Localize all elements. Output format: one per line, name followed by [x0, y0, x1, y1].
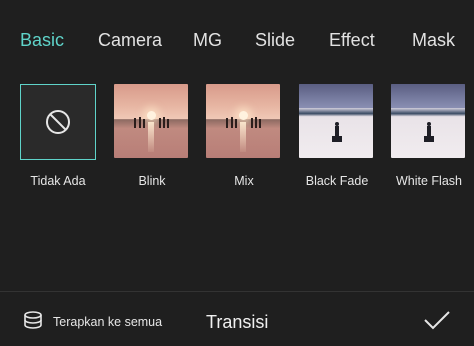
transition-thumb-white-flash[interactable]	[391, 84, 465, 158]
transition-thumb-mix[interactable]	[206, 84, 280, 158]
transition-thumb-none[interactable]	[20, 84, 96, 160]
silhouette-figures	[226, 117, 261, 128]
transition-thumb-black-fade[interactable]	[299, 84, 373, 158]
bottom-bar: Terapkan ke semua Transisi	[0, 292, 474, 346]
tab-slide[interactable]: Slide	[255, 30, 295, 51]
person-silhouette	[424, 122, 434, 142]
person-silhouette	[332, 122, 342, 142]
tab-mg[interactable]: MG	[193, 30, 222, 51]
transition-item-white-flash[interactable]: White Flash	[391, 84, 467, 188]
transition-label: White Flash	[396, 174, 462, 188]
apply-all-button[interactable]: Terapkan ke semua	[53, 315, 162, 329]
transition-item-mix[interactable]: Mix	[206, 84, 282, 188]
tab-mask[interactable]: Mask	[412, 30, 455, 51]
transition-thumb-blink[interactable]	[114, 84, 188, 158]
transition-item-blink[interactable]: Blink	[114, 84, 190, 188]
category-tabs: Basic Camera MG Slide Effect Mask	[0, 0, 474, 82]
transition-list: Tidak Ada Blink Mix Black Fade White Fla…	[0, 84, 474, 194]
check-icon[interactable]	[423, 310, 451, 330]
tab-camera[interactable]: Camera	[98, 30, 162, 51]
panel-title: Transisi	[206, 312, 269, 332]
no-transition-icon	[46, 110, 70, 134]
tab-basic[interactable]: Basic	[20, 30, 64, 51]
transition-item-none[interactable]: Tidak Ada	[20, 84, 96, 188]
stack-icon[interactable]	[22, 310, 44, 334]
silhouette-figures	[134, 117, 169, 128]
transition-item-black-fade[interactable]: Black Fade	[299, 84, 375, 188]
tab-effect[interactable]: Effect	[329, 30, 375, 51]
